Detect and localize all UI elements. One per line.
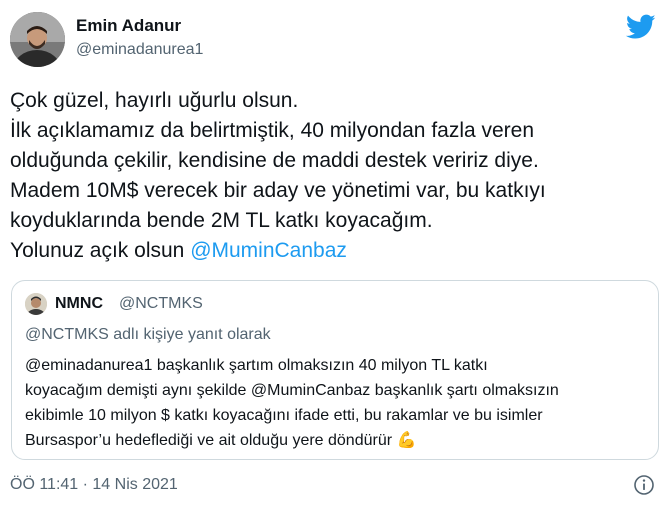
tweet-line-last: Yolunuz açık olsun @MuminCanbaz (10, 236, 660, 266)
quoted-line-last: Bursaspor’u hedeflediği ve ait olduğu ye… (25, 428, 650, 453)
tweet-line: İlk açıklamamız da belirtmiştik, 40 mily… (10, 119, 535, 142)
author-avatar[interactable] (10, 12, 65, 67)
quoted-line: @eminadanurea1 başkanlık şartım olmaksız… (25, 357, 488, 374)
flexed-biceps-emoji: 💪 (396, 432, 417, 449)
reply-context: @NCTMKS adlı kişiye yanıt olarak (25, 326, 271, 343)
tweet-line: Madem 10M$ verecek bir aday ve yönetimi … (10, 179, 546, 202)
quoted-author-handle[interactable]: @NCTMKS (119, 294, 203, 314)
quoted-avatar[interactable] (25, 293, 47, 315)
quoted-author-name[interactable]: NMNC (55, 294, 103, 314)
author-block: Emin Adanur @eminadanurea1 (76, 15, 203, 61)
info-icon[interactable] (633, 474, 655, 496)
author-name[interactable]: Emin Adanur (76, 15, 203, 37)
tweet-card: Emin Adanur @eminadanurea1 Çok güzel, ha… (0, 0, 671, 506)
mention-link[interactable]: @MuminCanbaz (190, 239, 347, 262)
tweet-line: Çok güzel, hayırlı uğurlu olsun. (10, 89, 299, 112)
tweet-text: Çok güzel, hayırlı uğurlu olsun. İlk açı… (10, 86, 660, 266)
author-handle[interactable]: @eminadanurea1 (76, 39, 203, 61)
quoted-line: koyacağım demişti aynı şekilde @MuminCan… (25, 382, 559, 399)
quoted-line: ekibimle 10 milyon $ katkı koyacağını if… (25, 407, 543, 424)
twitter-bird-icon[interactable] (625, 14, 656, 40)
quoted-tweet[interactable]: NMNC @NCTMKS @NCTMKS adlı kişiye yanıt o… (11, 280, 659, 460)
quoted-text: @eminadanurea1 başkanlık şartım olmaksız… (25, 353, 650, 453)
tweet-line-text: Yolunuz açık olsun (10, 239, 191, 262)
tweet-line: koyduklarında bende 2M TL katkı koyacağı… (10, 209, 433, 232)
tweet-line: olduğunda çekilir, kendisine de maddi de… (10, 149, 539, 172)
quoted-line-text: Bursaspor’u hedeflediği ve ait olduğu ye… (25, 432, 397, 449)
tweet-timestamp[interactable]: ÖÖ 11:41 · 14 Nis 2021 (10, 475, 178, 495)
